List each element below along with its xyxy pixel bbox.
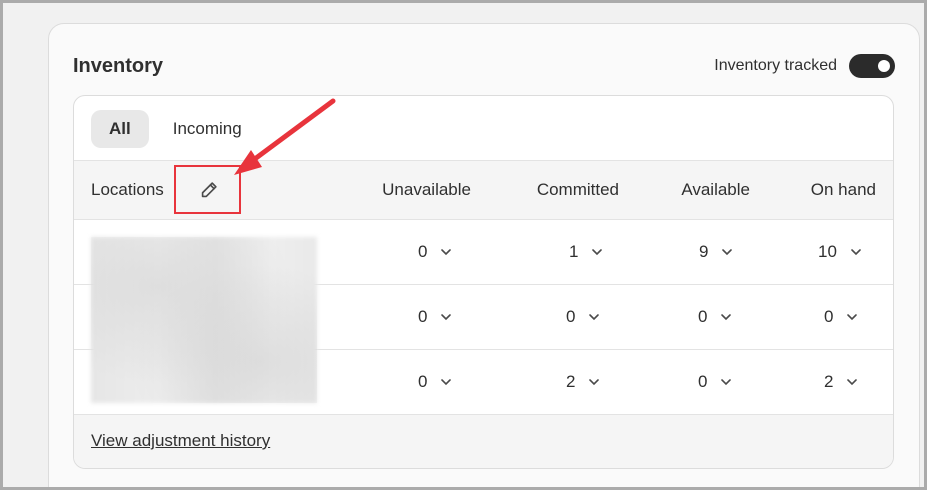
on-hand-dropdown[interactable]: 10 (818, 220, 863, 284)
chevron-down-icon (441, 249, 452, 256)
column-header-committed: Committed (536, 180, 619, 199)
toggle-knob (878, 60, 890, 72)
on-hand-value: 0 (824, 307, 834, 326)
column-header-unavailable: Unavailable (382, 180, 471, 199)
chevron-down-icon (589, 379, 600, 386)
chevron-down-icon (847, 314, 858, 321)
available-dropdown[interactable]: 9 (699, 220, 734, 284)
committed-value: 2 (566, 372, 576, 391)
annotation-highlight-box (174, 165, 241, 214)
unavailable-dropdown[interactable]: 0 (418, 285, 453, 349)
unavailable-dropdown[interactable]: 0 (418, 220, 453, 284)
available-dropdown[interactable]: 0 (698, 350, 733, 414)
chevron-down-icon (851, 249, 861, 256)
committed-dropdown[interactable]: 0 (566, 285, 601, 349)
column-header-locations: Locations (91, 180, 164, 199)
inventory-tracked-label: Inventory tracked (714, 57, 837, 74)
available-value: 0 (698, 372, 708, 391)
inventory-tracked-toggle[interactable] (849, 54, 895, 78)
inventory-tabs: All Incoming (91, 110, 260, 148)
inventory-table-container: All Incoming Locations Unavailable Commi… (73, 95, 894, 469)
committed-value: 1 (569, 242, 579, 261)
screenshot-frame: Inventory Inventory tracked All Incoming… (3, 3, 924, 487)
tab-all[interactable]: All (91, 110, 149, 148)
committed-value: 0 (566, 307, 576, 326)
chevron-down-icon (721, 379, 732, 386)
chevron-down-icon (721, 314, 732, 321)
view-adjustment-history-link[interactable]: View adjustment history (91, 431, 270, 451)
card-title: Inventory (73, 55, 164, 77)
chevron-down-icon (441, 379, 452, 386)
available-value: 0 (698, 307, 708, 326)
column-header-on-hand: On hand (810, 180, 876, 199)
chevron-down-icon (847, 379, 858, 386)
table-footer: View adjustment history (74, 415, 893, 468)
unavailable-dropdown[interactable]: 0 (418, 350, 453, 414)
inventory-card: Inventory Inventory tracked All Incoming… (48, 23, 920, 487)
on-hand-dropdown[interactable]: 2 (824, 350, 859, 414)
tab-incoming[interactable]: Incoming (155, 110, 260, 148)
redacted-location-names-overlay (91, 237, 317, 403)
chevron-down-icon (722, 249, 733, 256)
on-hand-value: 2 (824, 372, 834, 391)
on-hand-value: 10 (818, 242, 837, 261)
unavailable-value: 0 (418, 242, 428, 261)
on-hand-dropdown[interactable]: 0 (824, 285, 859, 349)
chevron-down-icon (592, 249, 603, 256)
unavailable-value: 0 (418, 372, 428, 391)
available-value: 9 (699, 242, 709, 261)
chevron-down-icon (441, 314, 452, 321)
committed-dropdown[interactable]: 1 (569, 220, 604, 284)
available-dropdown[interactable]: 0 (698, 285, 733, 349)
inventory-tracked-setting: Inventory tracked (714, 54, 895, 78)
unavailable-value: 0 (418, 307, 428, 326)
committed-dropdown[interactable]: 2 (566, 350, 601, 414)
column-header-available: Available (681, 180, 750, 199)
chevron-down-icon (589, 314, 600, 321)
table-header: Locations Unavailable Committed Availabl… (74, 160, 893, 220)
